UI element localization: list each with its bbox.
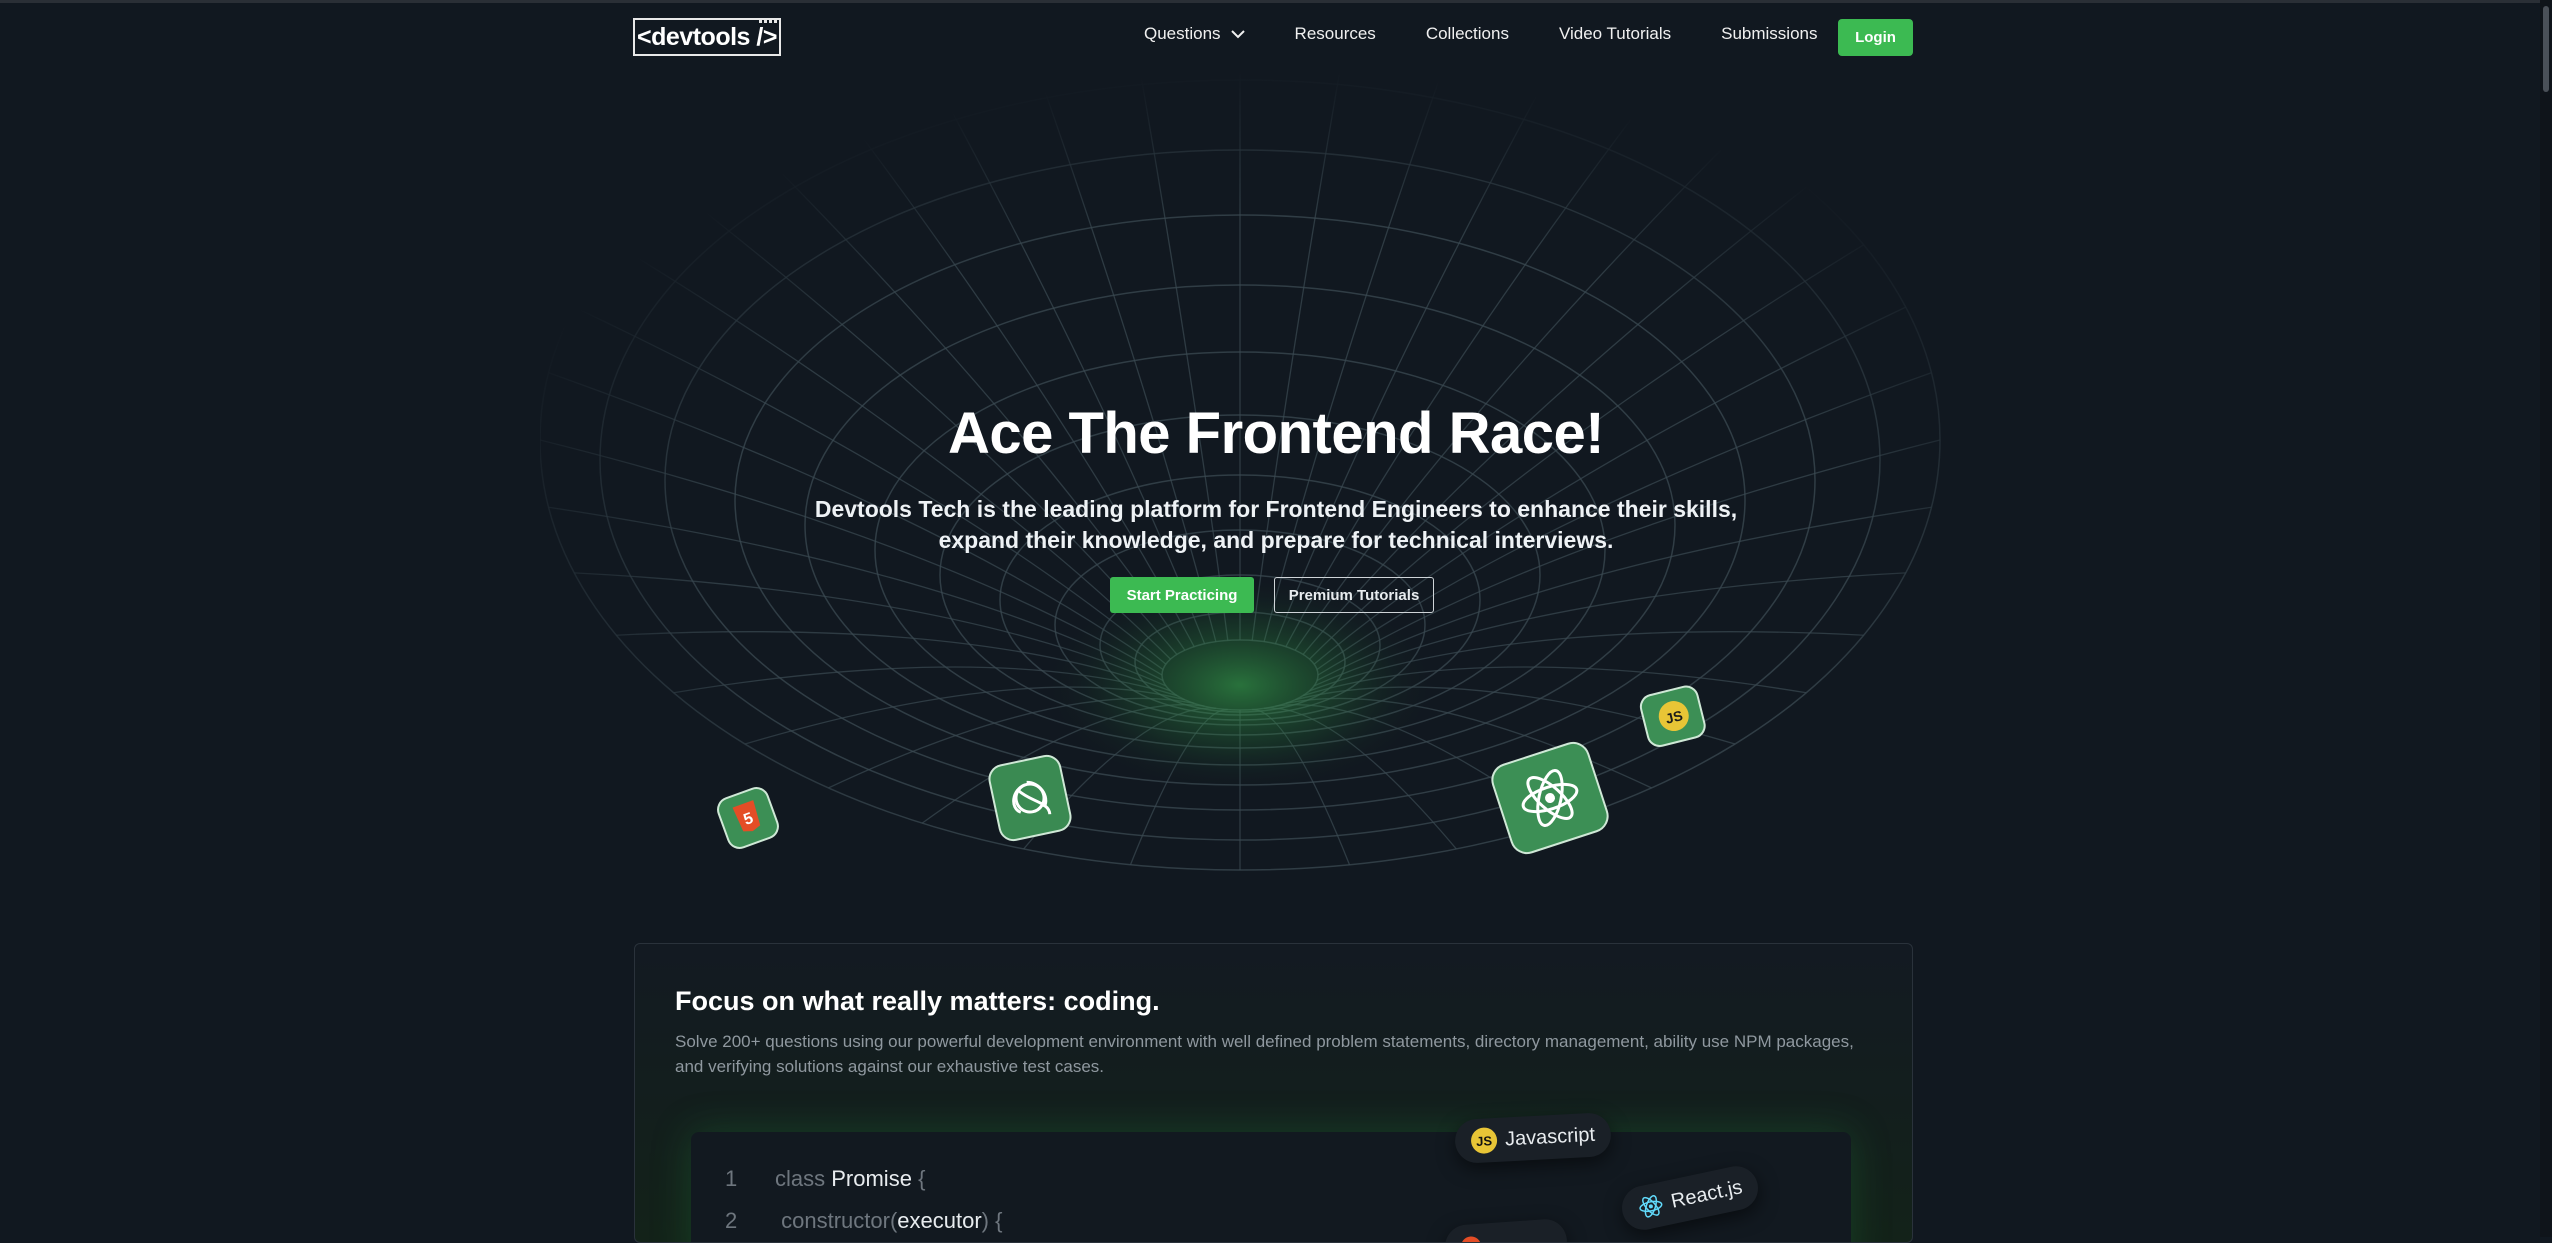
javascript-chip-label: Javascript [1504, 1123, 1596, 1150]
start-practicing-button[interactable]: Start Practicing [1110, 577, 1254, 613]
javascript-chip: JS Javascript [1453, 1111, 1613, 1165]
nav-collections[interactable]: Collections [1426, 24, 1509, 44]
feature-title: Focus on what really matters: coding. [675, 986, 1160, 1016]
hero-subtitle: Devtools Tech is the leading platform fo… [814, 496, 1738, 553]
code-keyword: class [775, 1166, 826, 1191]
feature-card: Focus on what really matters: coding. So… [634, 943, 1913, 1243]
code-brace: { [995, 1208, 1003, 1233]
code-argument: executor [897, 1208, 982, 1233]
html5-icon: 5 [717, 787, 779, 849]
nav-questions[interactable]: Questions [1144, 24, 1245, 44]
page-scrollbar[interactable] [2540, 0, 2552, 1237]
login-button[interactable]: Login [1838, 19, 1913, 56]
code-identifier: Promise [831, 1166, 912, 1191]
chevron-down-icon [1230, 30, 1245, 39]
hero-title: Ace The Frontend Race! [947, 401, 1605, 466]
code-paren: ) [981, 1208, 989, 1233]
top-navigation: <devtools /> Questions Resources Collect… [0, 0, 2552, 74]
react-icon [1491, 741, 1609, 855]
react-chip-label: React.js [1669, 1175, 1745, 1213]
scrollbar-thumb[interactable] [2543, 6, 2549, 92]
code-brace: { [918, 1166, 926, 1191]
nav-resources[interactable]: Resources [1295, 24, 1376, 44]
logo-text: <devtools /> [637, 22, 777, 51]
nav-questions-label: Questions [1144, 24, 1221, 43]
devtools-logo[interactable]: <devtools /> [633, 18, 781, 56]
code-line: 1 class Promise { [725, 1166, 925, 1192]
javascript-icon: JS [1639, 685, 1706, 747]
code-keyword: constructor [781, 1208, 890, 1233]
javascript-icon: JS [1470, 1126, 1498, 1155]
react-icon [1639, 1195, 1663, 1218]
feature-description: Solve 200+ questions using our powerful … [675, 1032, 1854, 1076]
line-number: 1 [725, 1166, 738, 1191]
redux-icon [988, 754, 1072, 842]
line-number: 2 [725, 1208, 738, 1233]
nav-links: Questions Resources Collections Video Tu… [1144, 24, 1868, 44]
nav-submissions[interactable]: Submissions [1721, 24, 1817, 44]
premium-tutorials-button[interactable]: Premium Tutorials [1274, 577, 1434, 613]
nav-video-tutorials[interactable]: Video Tutorials [1559, 24, 1671, 44]
code-line: 2 constructor(executor) { [725, 1208, 1002, 1234]
